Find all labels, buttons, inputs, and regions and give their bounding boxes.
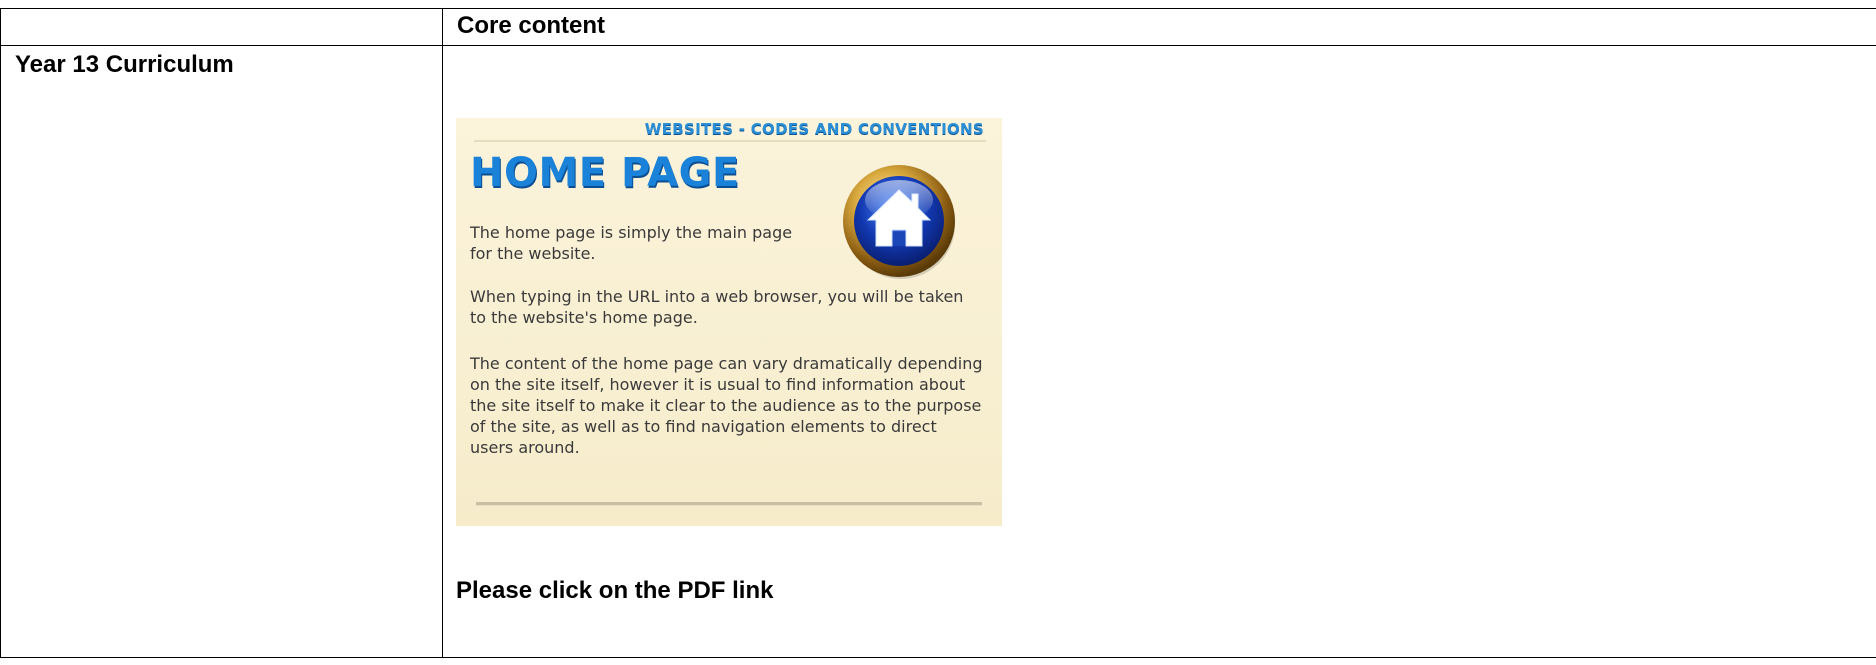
slide-title: HOME PAGE [470,150,740,196]
slide-paragraph-3: The content of the home page can vary dr… [470,354,983,457]
slide-paragraph-2: When typing in the URL into a web browse… [470,287,964,327]
row-label-year-13: Year 13 Curriculum [0,45,443,658]
table-row: Year 13 Curriculum WEBSITES - CODES AND … [0,45,1876,658]
curriculum-table: Core content Year 13 Curriculum WEBSITES… [0,8,1876,658]
core-content-cell: WEBSITES - CODES AND CONVENTIONS HOME PA… [442,45,1876,658]
header-empty-cell [0,8,443,46]
home-page-slide-image: WEBSITES - CODES AND CONVENTIONS HOME PA… [456,118,1002,526]
header-core-content: Core content [442,8,1876,46]
slide-top-rule [474,140,986,142]
home-icon [843,165,955,279]
slide-bottom-rule [476,502,982,506]
table-header-row: Core content [0,8,1876,46]
pdf-link-note: Please click on the PDF link [456,577,774,604]
slide-paragraph-1: The home page is simply the main page fo… [470,223,793,263]
slide-header: WEBSITES - CODES AND CONVENTIONS [644,120,984,138]
